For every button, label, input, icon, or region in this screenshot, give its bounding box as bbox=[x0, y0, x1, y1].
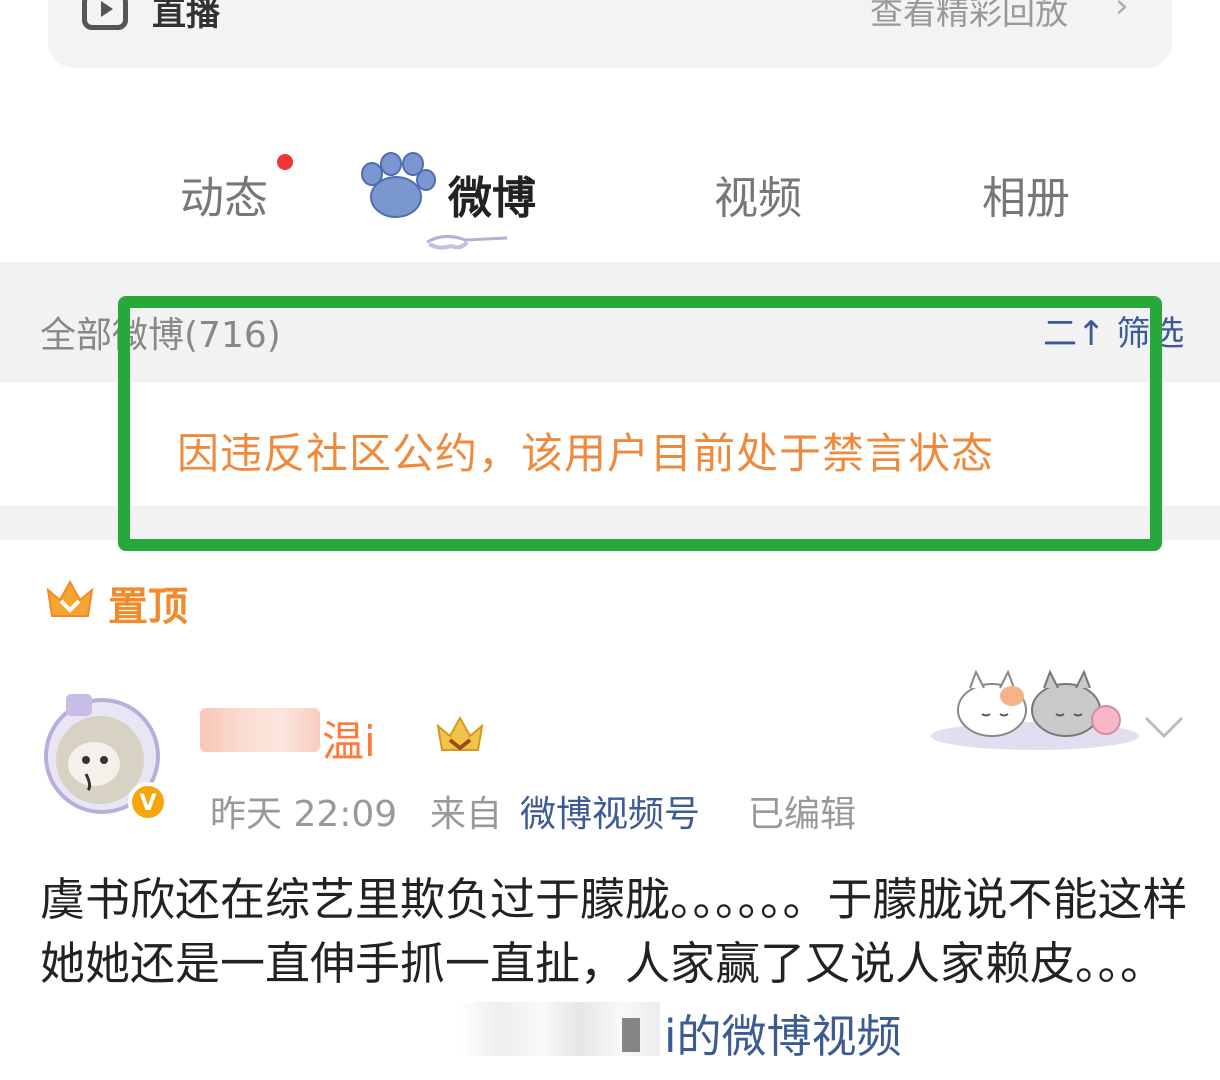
video-link[interactable]: i的微博视频 bbox=[664, 1000, 902, 1065]
notification-dot bbox=[277, 154, 293, 170]
paw-icon bbox=[361, 152, 436, 218]
chevron-down-icon[interactable] bbox=[1142, 712, 1186, 742]
blurred-fragment bbox=[622, 1018, 640, 1052]
highlight-box bbox=[118, 296, 1162, 551]
username[interactable]: 温i bbox=[322, 708, 376, 769]
username-blurred bbox=[200, 708, 320, 752]
play-icon bbox=[82, 0, 128, 30]
svg-text:V: V bbox=[139, 791, 156, 816]
post-time: 昨天 22:09 bbox=[210, 794, 398, 835]
avatar[interactable]: V bbox=[40, 690, 168, 818]
post-text: 虞书欣还在综艺里欺负过于朦胧。。。。。。于朦胧说不能这样她她还是一直伸手抓一直扯… bbox=[40, 873, 1188, 990]
tab-video[interactable]: 视频 bbox=[714, 162, 802, 226]
tab-weibo[interactable]: 微博 bbox=[448, 162, 536, 226]
chevron-right-icon[interactable]: › bbox=[1115, 0, 1129, 26]
pinned-label: 置顶 bbox=[108, 584, 188, 630]
cats-decoration bbox=[931, 669, 1139, 750]
feather-decoration-icon bbox=[426, 235, 508, 250]
edited-label[interactable]: 已编辑 bbox=[748, 785, 856, 837]
vip-crown-icon bbox=[436, 715, 484, 751]
live-title: 直播 bbox=[152, 0, 220, 34]
post-source-link[interactable]: 微博视频号 bbox=[520, 785, 700, 837]
live-replay-link[interactable]: 查看精彩回放 bbox=[870, 0, 1068, 34]
post-from-label: 来自 bbox=[430, 794, 503, 835]
tab-dynamics[interactable]: 动态 bbox=[180, 162, 268, 226]
tab-album[interactable]: 相册 bbox=[982, 162, 1070, 226]
crown-icon bbox=[46, 579, 94, 617]
